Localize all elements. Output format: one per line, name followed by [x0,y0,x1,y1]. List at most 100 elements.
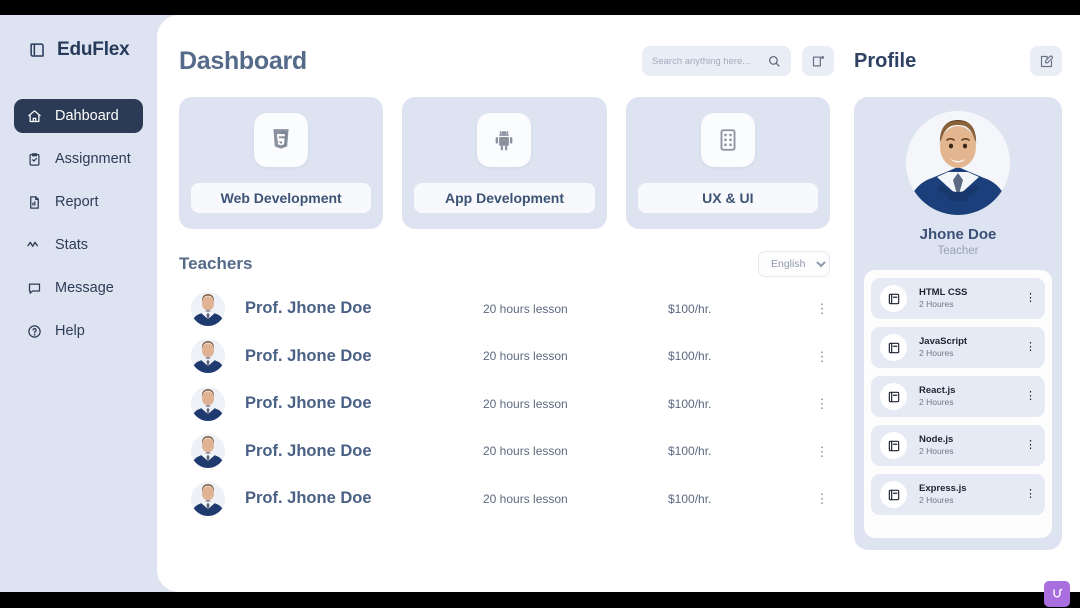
list-item[interactable]: React.js 2 Houres ⋮ [871,376,1045,417]
main-panel: Dashboard Search anything here... Web De… [157,15,1080,592]
search-input[interactable] [652,55,761,67]
table-row[interactable]: Prof. Jhone Doe 20 hours lesson $100/hr.… [179,428,830,476]
teacher-list: Prof. Jhone Doe 20 hours lesson $100/hr.… [179,285,850,523]
table-row[interactable]: Prof. Jhone Doe 20 hours lesson $100/hr.… [179,285,830,333]
course-name: HTML CSS [919,286,968,298]
course-text: HTML CSS 2 Houres [919,287,967,310]
home-icon [26,108,42,124]
category-card-web-development[interactable]: Web Development [179,97,384,229]
avatar [191,291,225,326]
sidebar-item-label: Report [55,193,99,210]
app-window: EduFlex Dahboard Assignment Report Stats… [0,15,1080,592]
course-more-menu-icon[interactable]: ⋮ [1025,440,1036,451]
dashboard-content: Dashboard Search anything here... Web De… [157,15,850,592]
list-item[interactable]: JavaScript 2 Houres ⋮ [871,327,1045,368]
category-card-label: App Development [414,183,595,213]
brand-name: EduFlex [57,39,130,60]
course-duration: 2 Houres [919,396,954,407]
search-icon[interactable] [767,54,781,68]
teacher-name: Prof. Jhone Doe [245,346,372,365]
row-more-menu-icon[interactable]: ⋮ [814,397,830,410]
teacher-hours: 20 hours lesson [483,491,568,506]
category-cards: Web Development App Development UX & UI [179,97,850,229]
teacher-hours: 20 hours lesson [483,444,568,459]
course-name: Node.js [919,433,954,445]
avatar [191,434,225,469]
sidebar-item-report[interactable]: Report [14,185,143,219]
screen: EduFlex Dahboard Assignment Report Stats… [0,0,1080,608]
sidebar-item-label: Assignment [55,150,131,167]
course-name: JavaScript [919,335,968,347]
teacher-name: Prof. Jhone Doe [245,489,372,508]
profile-header: Profile [854,41,1062,81]
edit-square-icon[interactable] [1030,46,1062,76]
clipboard-check-icon [26,151,42,167]
search-box[interactable] [642,46,791,76]
page-title: Dashboard [179,46,307,75]
course-more-menu-icon[interactable]: ⋮ [1025,391,1036,402]
activity-line-icon [26,237,42,253]
profile-role: Teacher [937,245,979,257]
avatar [191,386,225,421]
row-more-menu-icon[interactable]: ⋮ [814,302,830,315]
recording-badge-icon[interactable] [1044,581,1070,607]
teacher-name: Prof. Jhone Doe [245,394,372,413]
layout-grid-icon [700,113,755,167]
book-icon [27,40,47,60]
avatar [191,339,225,374]
category-card-ux-ui[interactable]: UX & UI [625,97,830,229]
course-more-menu-icon[interactable]: ⋮ [1025,293,1036,304]
profile-card: Jhone Doe Teacher HTML CSS 2 Houres ⋮ Ja… [854,97,1062,550]
teacher-hours: 20 hours lesson [483,301,568,316]
language-select[interactable]: English Spanish French [758,251,830,277]
profile-column: Profile Jhone Doe Teacher HTML CSS 2 Hou… [850,15,1080,592]
course-more-menu-icon[interactable]: ⋮ [1025,342,1036,353]
course-list: HTML CSS 2 Houres ⋮ JavaScript 2 Houres … [864,270,1052,538]
sidebar-item-label: Stats [55,236,89,253]
sidebar-item-dahboard[interactable]: Dahboard [14,99,143,133]
row-more-menu-icon[interactable]: ⋮ [814,492,830,505]
row-more-menu-icon[interactable]: ⋮ [814,350,830,363]
book-icon [880,383,907,410]
book-icon [880,285,907,312]
table-row[interactable]: Prof. Jhone Doe 20 hours lesson $100/hr.… [179,475,830,523]
section-title: Teachers [179,254,253,273]
list-item[interactable]: Node.js 2 Houres ⋮ [871,425,1045,466]
table-row[interactable]: Prof. Jhone Doe 20 hours lesson $100/hr.… [179,380,830,428]
row-more-menu-icon[interactable]: ⋮ [814,445,830,458]
profile-avatar [906,111,1010,215]
teachers-section-head: Teachers English Spanish French [179,251,850,277]
teacher-rate: $100/hr. [668,491,712,506]
top-black-bar [0,0,1080,15]
course-text: Node.js 2 Houres [919,434,954,457]
sidebar-item-help[interactable]: Help [14,314,143,348]
course-more-menu-icon[interactable]: ⋮ [1025,489,1036,500]
profile-name: Jhone Doe [919,226,997,243]
category-card-app-development[interactable]: App Development [402,97,607,229]
teacher-name: Prof. Jhone Doe [245,441,372,460]
course-text: JavaScript 2 Houres [919,336,967,359]
course-text: React.js 2 Houres [919,385,955,408]
sidebar: EduFlex Dahboard Assignment Report Stats… [0,15,157,592]
sidebar-item-label: Dahboard [55,107,119,124]
topbar-actions [642,46,850,76]
html5-icon [254,113,309,167]
sidebar-item-assignment[interactable]: Assignment [14,142,143,176]
notification-square-icon[interactable] [802,46,834,76]
teacher-hours: 20 hours lesson [483,349,568,364]
sidebar-item-stats[interactable]: Stats [14,228,143,262]
list-item[interactable]: HTML CSS 2 Houres ⋮ [871,278,1045,319]
question-circle-icon [26,323,42,339]
course-name: Express.js [919,482,967,494]
course-duration: 2 Houres [919,445,954,456]
list-item[interactable]: Express.js 2 Houres ⋮ [871,474,1045,515]
book-icon [880,334,907,361]
course-name: React.js [919,384,956,396]
category-card-label: UX & UI [637,183,818,213]
table-row[interactable]: Prof. Jhone Doe 20 hours lesson $100/hr.… [179,333,830,381]
course-duration: 2 Houres [919,347,954,358]
brand: EduFlex [0,39,157,61]
sidebar-item-message[interactable]: Message [14,271,143,305]
report-document-icon [26,194,42,210]
android-icon [477,113,532,167]
